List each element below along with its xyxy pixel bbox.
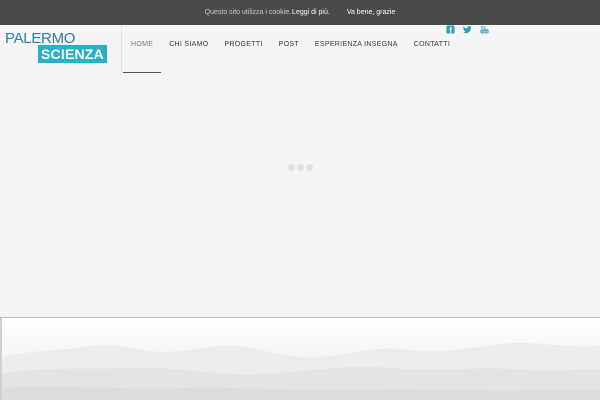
youtube-icon[interactable]: You Tube: [480, 25, 489, 34]
foggy-landscape-image: [0, 318, 600, 400]
nav-divider: [121, 25, 122, 73]
facebook-icon[interactable]: [446, 25, 455, 34]
cookie-bar: Questo sito utilizza i cookie. Leggi di …: [0, 0, 600, 25]
loading-spinner: [288, 163, 314, 173]
cookie-message: Questo sito utilizza i cookie.: [204, 9, 292, 16]
logo-line2: SCIENZA: [38, 45, 107, 63]
nav-item-post[interactable]: POST: [271, 25, 307, 73]
nav-item-home[interactable]: HOME: [123, 25, 162, 73]
nav-item-progetti[interactable]: PROGETTI: [216, 25, 270, 73]
loader-dot: [288, 164, 295, 171]
twitter-icon[interactable]: [463, 25, 472, 34]
site-logo[interactable]: PALERMO SCIENZA: [5, 30, 113, 63]
nav-item-esperienza-insegna[interactable]: ESPERIENZA INSEGNA: [307, 25, 406, 73]
banner-edge: [0, 318, 2, 400]
hero-section: [0, 73, 600, 317]
site-header: PALERMO SCIENZA HOME CHI SIAMO PROGETTI …: [0, 25, 600, 73]
landscape-banner: [0, 317, 600, 400]
svg-text:Tube: Tube: [481, 29, 488, 33]
main-nav: HOME CHI SIAMO PROGETTI POST ESPERIENZA …: [123, 25, 458, 73]
loader-dot: [306, 164, 313, 171]
nav-item-chi-siamo[interactable]: CHI SIAMO: [161, 25, 216, 73]
cookie-accept-button[interactable]: Va bene, grazie: [347, 9, 396, 16]
cookie-more-link[interactable]: Leggi di più.: [292, 9, 330, 16]
loader-dot: [297, 164, 304, 171]
